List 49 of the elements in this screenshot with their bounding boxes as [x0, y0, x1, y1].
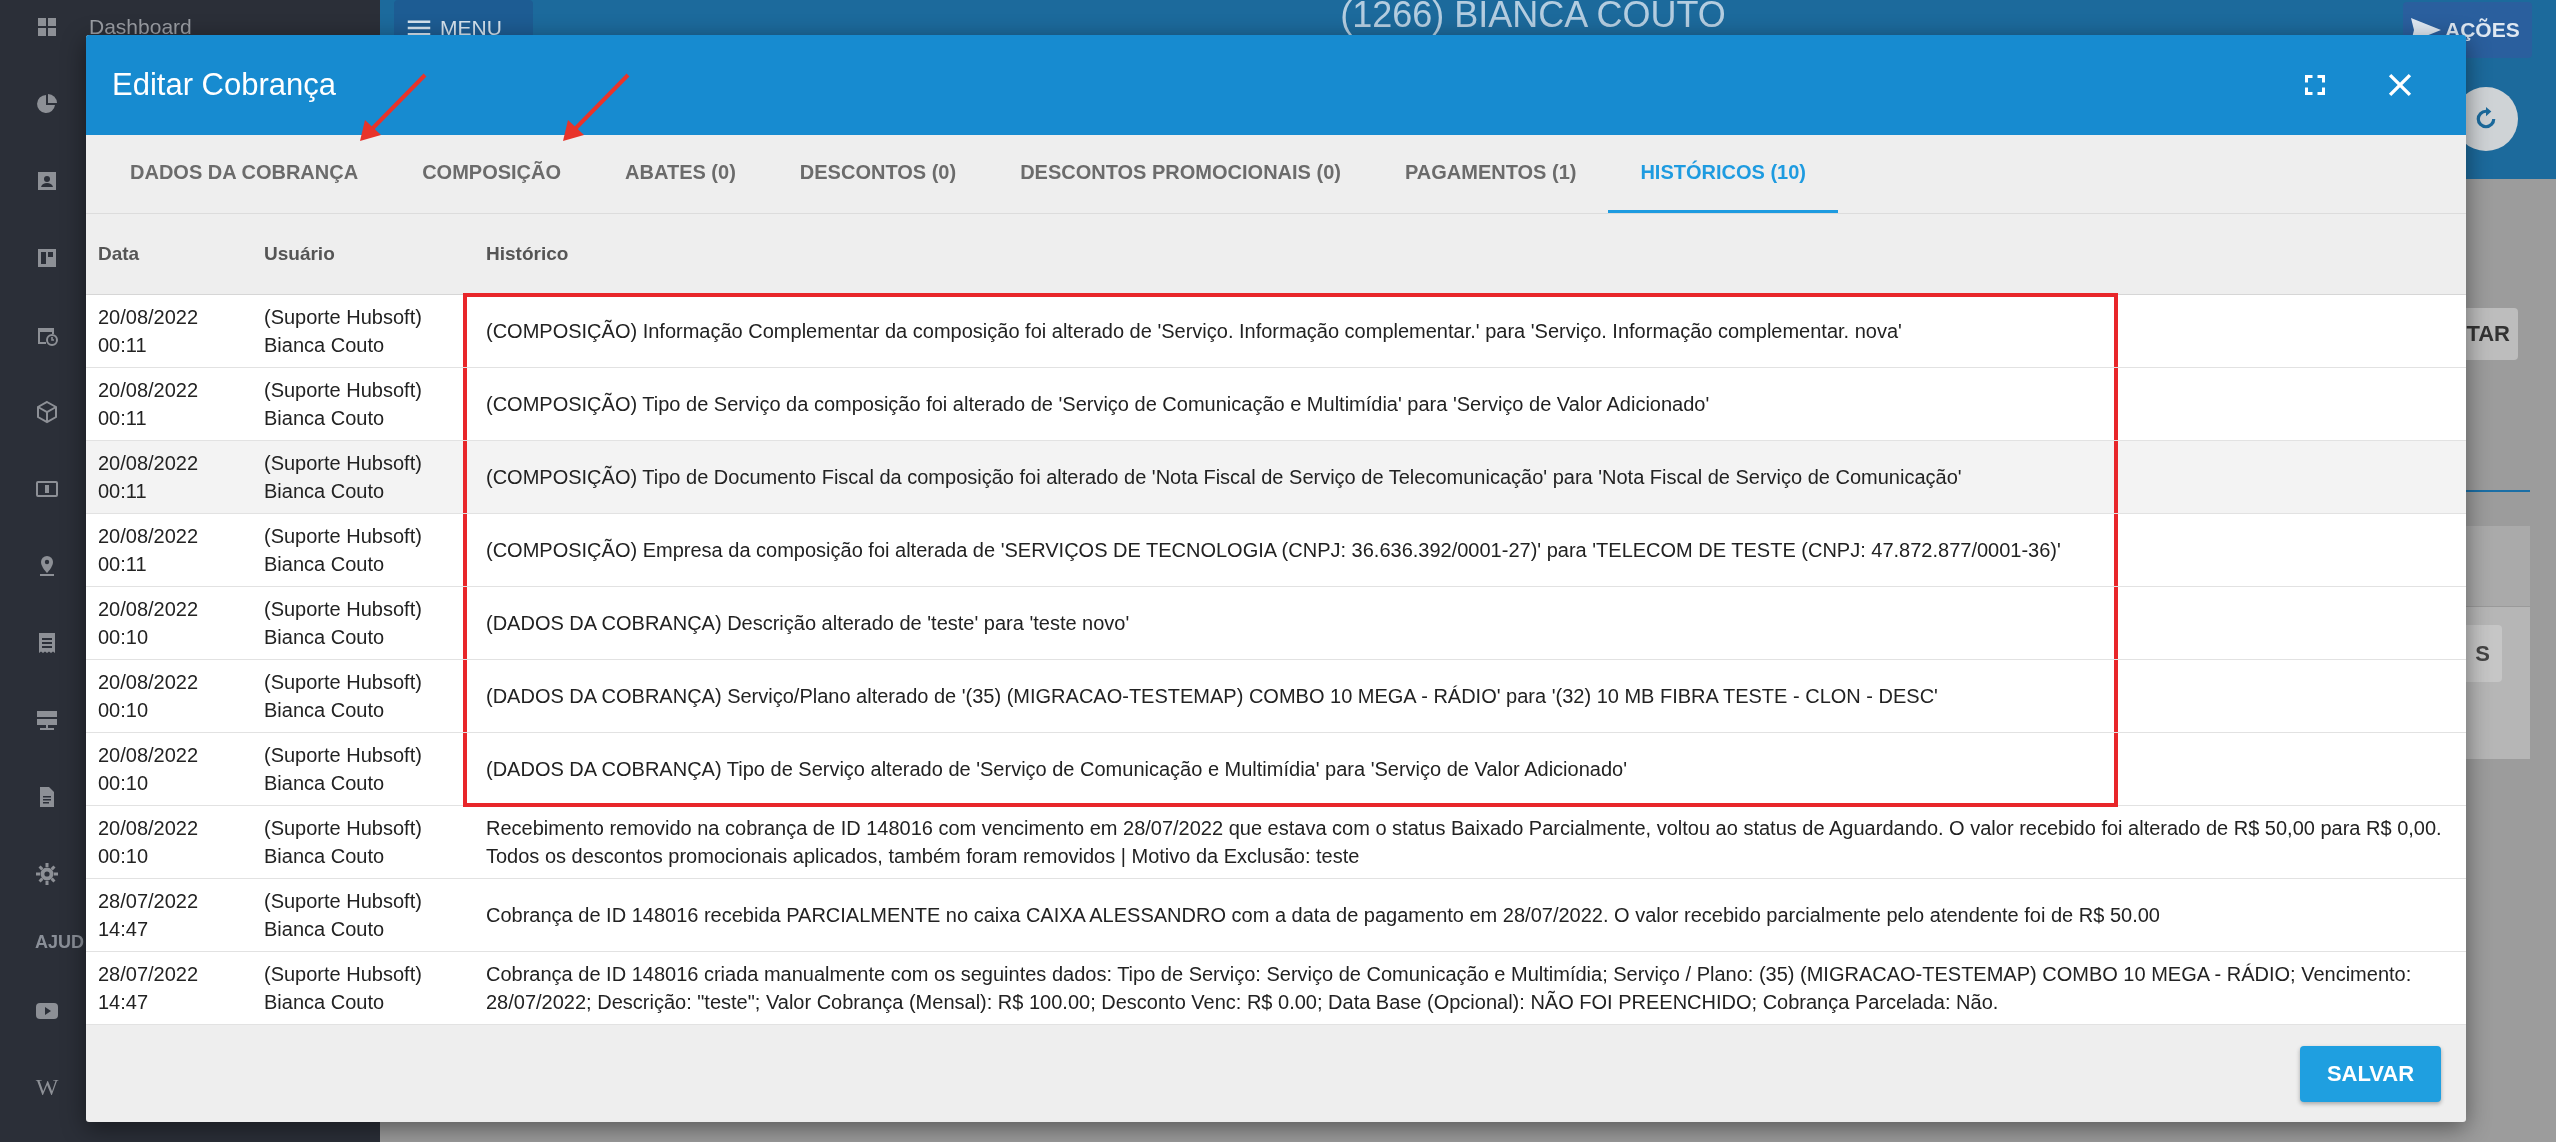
- table-cell-text: (Suporte Hubsoft) Bianca Couto: [263, 816, 423, 869]
- table-cell-text: (DADOS DA COBRANÇA) Serviço/Plano alterado de '(35) (MIGRACAO-TESTEMAP) COMBO 10 MEGA - RÁDIO' para '(32) 10 MB FIBRA TESTE - CLON - DESC': [485, 684, 1939, 709]
- tab[interactable]: PAGAMENTOS (1): [1372, 135, 1609, 213]
- tab[interactable]: DADOS DA COBRANÇA: [98, 135, 391, 213]
- table-cell-text: (Suporte Hubsoft) Bianca Couto: [263, 524, 423, 577]
- table-cell-text: 20/08/2022 00:11: [97, 305, 200, 358]
- table-cell-text: (COMPOSIÇÃO) Informação Complementar da composição foi alterado de 'Serviço. Informação complementar.' para 'Serviço. Informação complementar. nova': [485, 318, 1903, 344]
- column-header: Usuário: [263, 243, 336, 265]
- table-cell-text: 28/07/2022 14:47: [97, 962, 200, 1015]
- tab[interactable]: HISTÓRICOS (10): [1608, 135, 1838, 213]
- table-cell-text: (Suporte Hubsoft) Bianca Couto: [263, 451, 423, 504]
- menu-label[interactable]: Dashboard: [89, 14, 192, 39]
- dialog-title: Editar Cobrança: [112, 67, 337, 103]
- wiki-glyph[interactable]: W: [35, 1074, 59, 1101]
- pie-chart-icon[interactable]: [35, 91, 59, 116]
- table-cell-text: (COMPOSIÇÃO) Tipo de Documento Fiscal da composição foi alterado de 'Nota Fiscal de Serviço de Telecomunicação' para 'Nota Fiscal de Serviço de Comunicação': [485, 464, 1963, 490]
- tab[interactable]: DESCONTOS (0): [767, 135, 989, 213]
- table-cell-text: 20/08/2022 00:11: [97, 378, 200, 431]
- table-cell-text: 20/08/2022 00:10: [97, 816, 200, 869]
- table-cell-text: Cobrança de ID 148016 criada manualmente com os seguintes dados: Tipo de Serviço: Serviço de Comunicação e Multimídia; Serviço / Plano: (35) (MIGRACAO-TESTEMAP) COMBO 10 MEGA - RÁDIO; Vencimento: 28/07/2022; Descrição: "teste"; Valor Cobrança (Mensal): R$ 100.00; Desconto Venc: R$ 0.00; Data Base (Opcional): NÃO FOI PREENCHIDO; Cobrança Parcelada: Não.: [485, 962, 2413, 1015]
- table-cell-text: (DADOS DA COBRANÇA) Tipo de Serviço alterado de 'Serviço de Comunicação e Multimídia' para 'Serviço de Valor Adicionado': [485, 757, 1628, 782]
- table-cell-text: 28/07/2022 14:47: [97, 889, 200, 942]
- table-cell-text: Recebimento removido na cobrança de ID 148016 com vencimento em 28/07/2022 que estava com o status Baixado Parcialmente, voltou ao status de Aguardando. O valor recebido foi alterado de R$ 50,00 para R$ 0,00. Todos os descontos promocionais aplicados, também foram removidos | Motivo da Exclusão: teste: [485, 816, 2443, 869]
- table-cell-text: 20/08/2022 00:10: [97, 743, 200, 796]
- table-cell-text: 20/08/2022 00:10: [97, 670, 200, 723]
- table-cell-text: (Suporte Hubsoft) Bianca Couto: [263, 305, 423, 358]
- save-button[interactable]: SALVAR: [2300, 1045, 2441, 1102]
- table-cell-text: (Suporte Hubsoft) Bianca Couto: [263, 670, 423, 723]
- table-cell-text: (Suporte Hubsoft) Bianca Couto: [263, 962, 423, 1015]
- settings-icon[interactable]: [35, 861, 59, 886]
- section-label: AJUD: [35, 931, 84, 953]
- table-cell-text: Cobrança de ID 148016 recebida PARCIALMENTE no caixa CAIXA ALESSANDRO com a data de pagamento em 28/07/2022. O valor recebido parcialmente pelo atendente foi de R$ 50.00: [485, 903, 2161, 928]
- table-cell-text: (COMPOSIÇÃO) Empresa da composição foi alterada de 'SERVIÇOS DE TECNOLOGIA (CNPJ: 36.636.392/0001-27)' para 'TELECOM DE TESTE (CNPJ: 47.872.877/0001-36)': [485, 537, 2062, 563]
- table-cell-text: 20/08/2022 00:10: [97, 597, 200, 650]
- table-cell-text: 20/08/2022 00:11: [97, 524, 200, 577]
- tab[interactable]: ABATES (0): [593, 135, 768, 213]
- column-header: Data: [97, 243, 141, 265]
- tab[interactable]: COMPOSIÇÃO: [390, 135, 594, 213]
- cube-icon[interactable]: [35, 399, 59, 424]
- page-title: (1266) BIANCA COUTO: [1339, 0, 1727, 37]
- table-cell-text: (Suporte Hubsoft) Bianca Couto: [263, 889, 423, 942]
- tab[interactable]: DESCONTOS PROMOCIONAIS (0): [988, 135, 1373, 213]
- column-header: Histórico: [485, 243, 570, 265]
- table-cell-text: 20/08/2022 00:11: [97, 451, 200, 504]
- table-cell-text: (Suporte Hubsoft) Bianca Couto: [263, 743, 423, 796]
- table-cell-text: (Suporte Hubsoft) Bianca Couto: [263, 597, 423, 650]
- table-cell-text: (COMPOSIÇÃO) Tipo de Serviço da composição foi alterado de 'Serviço de Comunicação e Multimídia' para 'Serviço de Valor Adicionado': [485, 391, 1711, 417]
- table-cell-text: (DADOS DA COBRANÇA) Descrição alterado de 'teste' para 'teste novo': [485, 611, 1131, 636]
- table-cell-text: (Suporte Hubsoft) Bianca Couto: [263, 378, 423, 431]
